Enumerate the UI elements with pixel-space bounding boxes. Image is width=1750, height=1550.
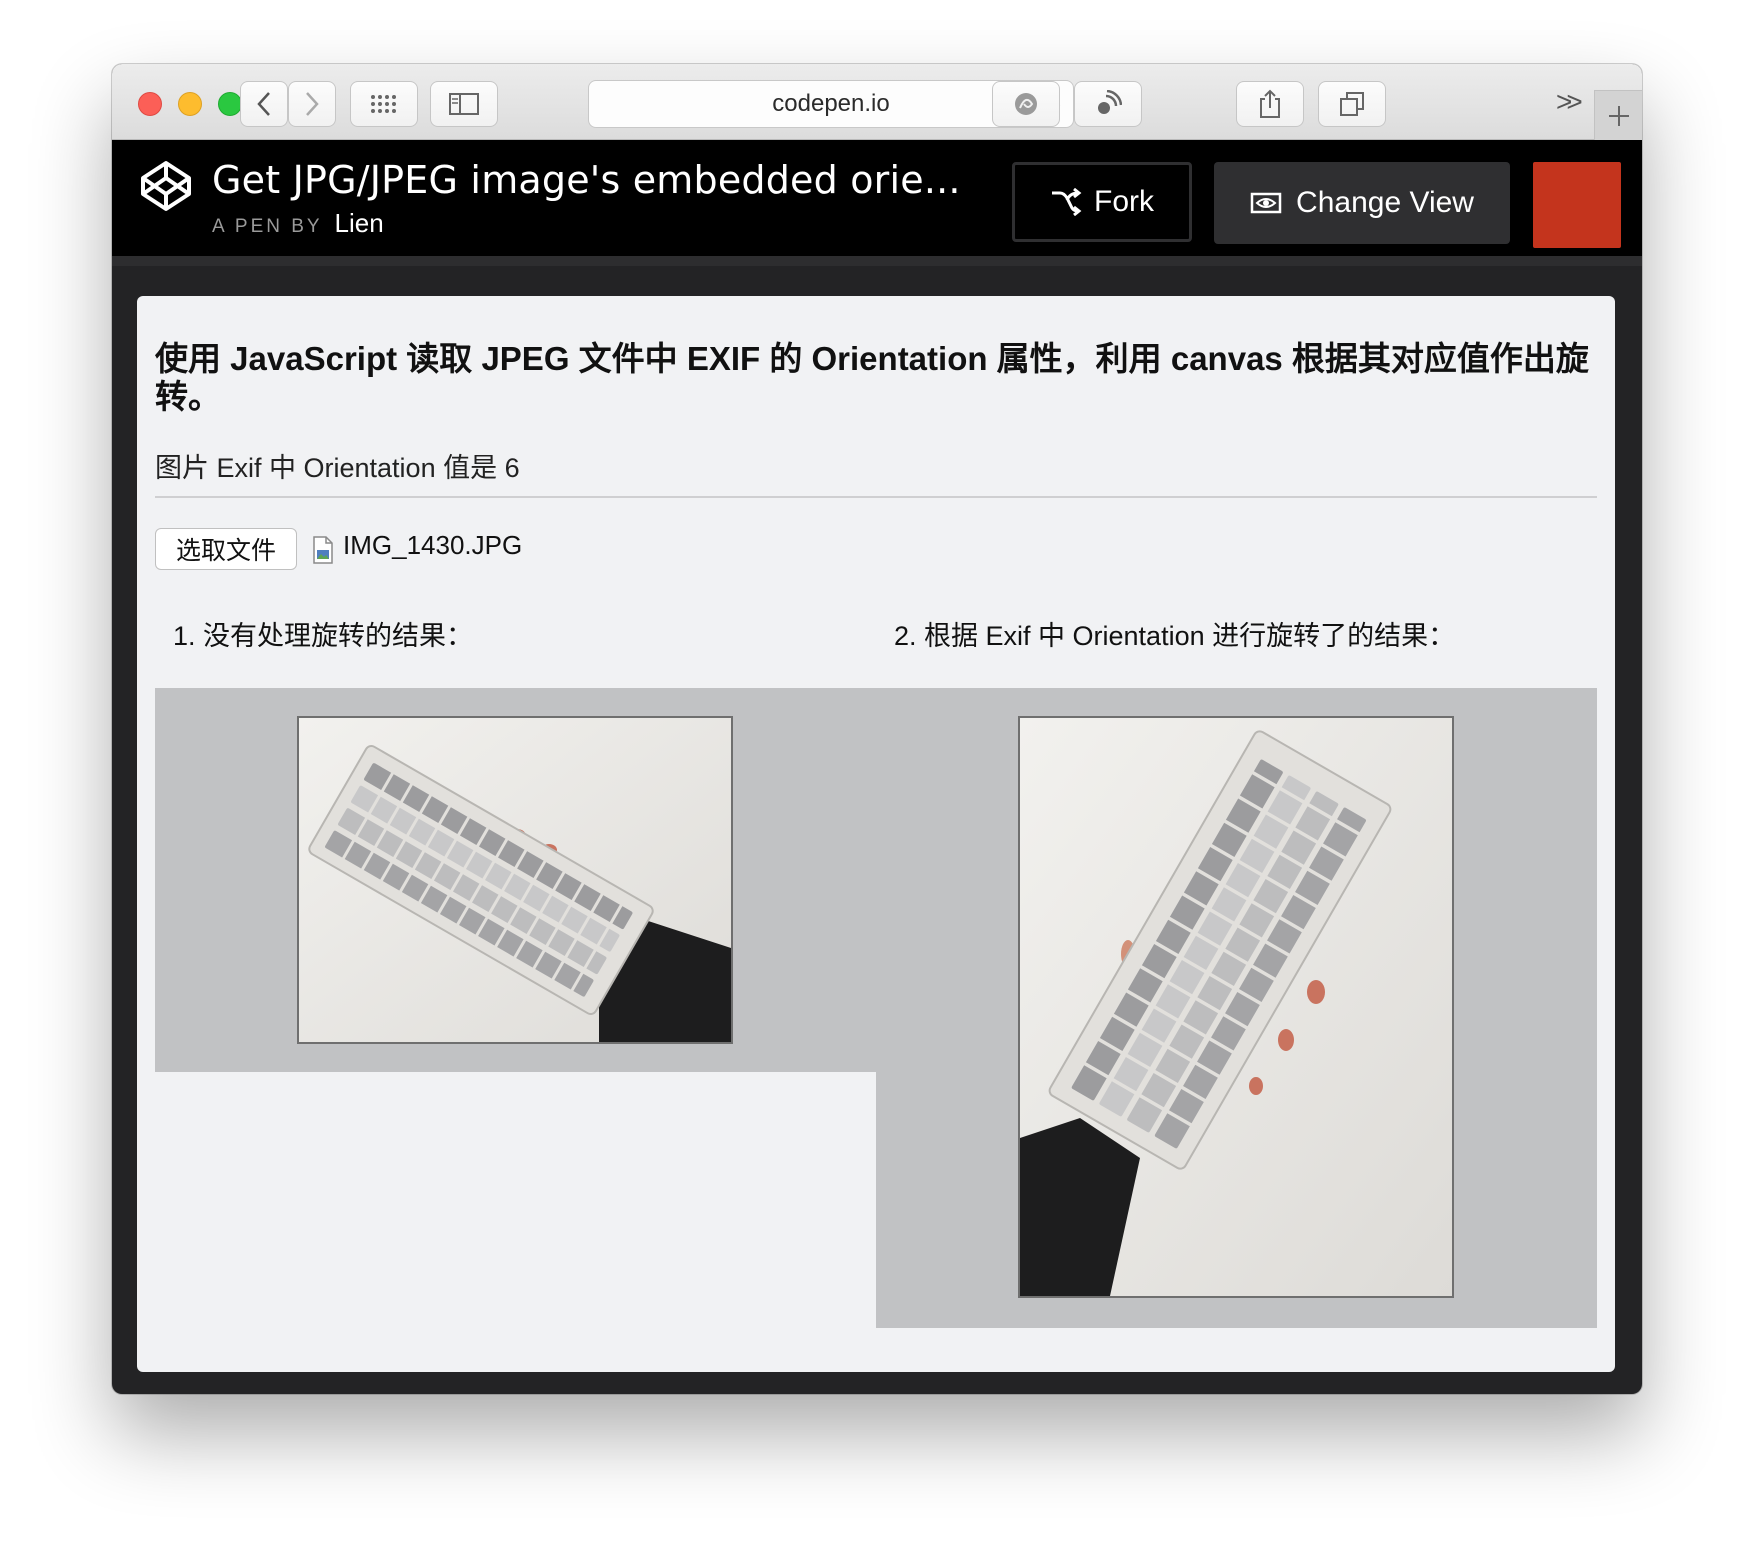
caption-original: 1. 没有处理旋转的结果： [173,621,474,651]
result-panel: 使用 JavaScript 读取 JPEG 文件中 EXIF 的 Orienta… [137,296,1615,1372]
change-view-label: Change View [1296,186,1474,219]
orientation-value-text: 图片 Exif 中 Orientation 值是 6 [155,453,520,483]
codepen-logo-icon[interactable] [140,160,192,212]
keyboard-photo-rotated [1020,718,1452,1296]
fork-icon [1052,188,1082,216]
sidebar-button[interactable] [430,81,498,127]
pen-byline: A PEN BY Lien [212,208,384,239]
fork-button[interactable]: Fork [1012,162,1192,242]
codepen-header: Get JPG/JPEG image's embedded orie... A … [112,140,1642,266]
codepen-action-button[interactable] [1533,162,1621,248]
header-divider [112,256,1642,266]
selected-file-name: IMG_1430.JPG [343,530,523,560]
sidebar-icon [449,93,479,115]
more-icon[interactable]: >> [1556,86,1583,118]
back-icon [257,92,270,116]
forward-button[interactable] [288,81,336,127]
keyboard-photo-unrotated [299,718,731,1042]
top-sites-button[interactable] [350,81,418,127]
browser-window: codepen.io >> Get JPG/JPEG image's embed… [112,64,1642,1394]
fork-label: Fork [1094,185,1154,218]
tabs-icon [1340,92,1364,116]
zoom-window-button[interactable] [218,92,242,116]
byline-prefix: A PEN BY [212,216,323,237]
rotated-image [1018,716,1454,1298]
caption-rotated: 2. 根据 Exif 中 Orientation 进行旋转了的结果： [894,621,1456,651]
divider [155,496,1597,498]
extension-icon [1015,93,1037,115]
forward-icon [306,92,319,116]
file-icon [313,536,333,564]
share-button[interactable] [1236,81,1304,127]
broadcast-button[interactable] [1074,81,1142,127]
extension-button[interactable] [992,81,1060,127]
rotated-image-container [876,688,1597,1328]
pen-title: Get JPG/JPEG image's embedded orie... [212,158,961,202]
new-tab-button[interactable] [1594,90,1642,140]
page-heading: 使用 JavaScript 读取 JPEG 文件中 EXIF 的 Orienta… [155,340,1589,415]
author-link[interactable]: Lien [335,208,384,238]
original-image-container [155,688,876,1072]
change-view-button[interactable]: Change View [1214,162,1510,244]
tabs-overview-button[interactable] [1318,81,1386,127]
broadcast-icon [1098,90,1122,114]
share-icon [1260,89,1280,118]
url-text: codepen.io [772,90,890,117]
back-button[interactable] [240,81,288,127]
minimize-window-button[interactable] [178,92,202,116]
original-image [297,716,733,1044]
browser-toolbar: codepen.io >> [112,64,1642,140]
choose-file-button[interactable]: 选取文件 [155,528,297,570]
close-window-button[interactable] [138,92,162,116]
grid-icon [371,95,396,113]
plus-icon [1608,105,1629,126]
eye-icon [1250,192,1282,214]
